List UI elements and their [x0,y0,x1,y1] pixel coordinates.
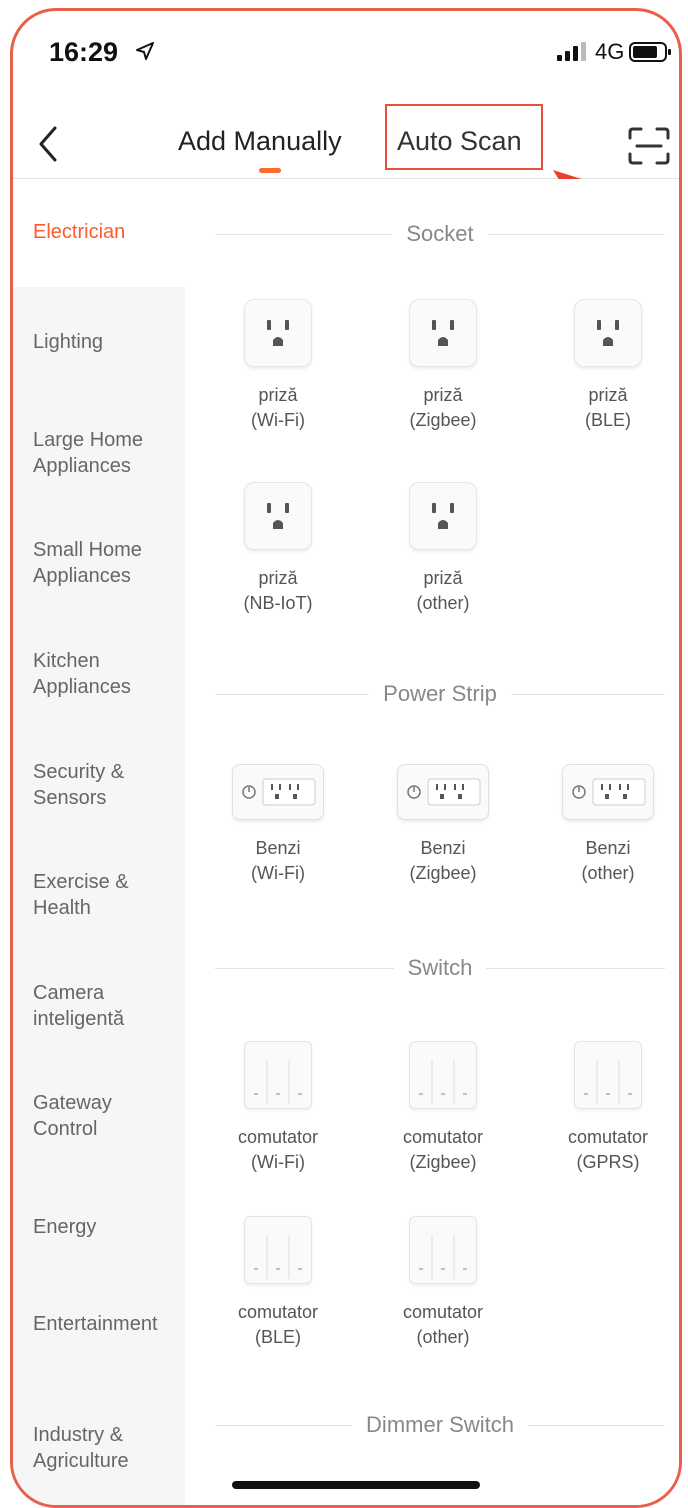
power-strip-icon [232,764,324,820]
status-time: 16:29 [49,37,119,67]
sidebar-item-large-home-appliances[interactable]: Large Home Appliances [33,427,163,479]
scan-icon[interactable] [627,126,671,166]
device-switch-ble[interactable]: comutator (BLE) [203,1216,353,1350]
section-title-dimmer-switch: Dimmer Switch [215,1410,665,1440]
power-strip-icon [562,764,654,820]
device-strip-wifi[interactable]: Benzi (Wi-Fi) [203,764,353,886]
switch-icon [244,1216,312,1284]
device-list: Socket priză (Wi-Fi) priză (Zigbee) priză(… [185,179,679,1505]
switch-icon [574,1041,642,1109]
home-indicator[interactable] [232,1481,480,1489]
switch-icon [409,1041,477,1109]
battery-icon [629,42,671,62]
sidebar-item-security-sensors[interactable]: Security & Sensors [33,759,145,811]
switch-icon [409,1216,477,1284]
device-strip-zigbee[interactable]: Benzi (Zigbee) [368,764,518,886]
socket-icon [574,299,642,367]
sidebar-item-kitchen-appliances[interactable]: Kitchen Appliances [33,648,153,700]
power-strip-icon [397,764,489,820]
switch-icon [244,1041,312,1109]
device-socket-nbiot[interactable]: priză (NB-IoT) [203,482,353,616]
sidebar-item-electrician[interactable]: Electrician [33,219,181,245]
socket-icon [409,482,477,550]
back-chevron-icon[interactable] [33,124,63,164]
tab-add-manually[interactable]: Add Manually [178,126,342,157]
device-switch-gprs[interactable]: comutator (GPRS) [533,1041,679,1175]
section-title-socket: Socket [215,219,666,249]
category-sidebar: Electrician Lighting Large Home Applianc… [13,179,185,1505]
device-socket-zigbee[interactable]: priză (Zigbee) [368,299,518,433]
device-socket-other[interactable]: priză (other) [368,482,518,616]
location-arrow-icon [136,42,154,60]
device-socket-wifi[interactable]: priză (Wi-Fi) [203,299,353,433]
sidebar-item-camera[interactable]: Camera inteligentă [33,980,151,1032]
socket-icon [244,299,312,367]
sidebar-item-gateway-control[interactable]: Gateway Control [33,1090,137,1142]
cellular-signal-icon [557,42,586,61]
sidebar-item-exercise-health[interactable]: Exercise & Health [33,869,137,921]
device-strip-other[interactable]: Benzi (other) [533,764,679,886]
device-switch-other[interactable]: comutator (other) [368,1216,518,1350]
sidebar-item-lighting[interactable]: Lighting [33,329,181,355]
network-type: 4G [595,39,625,64]
active-tab-indicator [259,168,281,173]
section-title-switch: Switch [215,953,666,983]
device-switch-wifi[interactable]: comutator (Wi-Fi) [203,1041,353,1175]
socket-icon [409,299,477,367]
device-socket-ble[interactable]: priză (BLE) [533,299,679,433]
tab-auto-scan[interactable]: Auto Scan [397,126,522,157]
device-switch-zigbee[interactable]: comutator (Zigbee) [368,1041,518,1175]
sidebar-item-energy[interactable]: Energy [33,1214,181,1240]
socket-icon [244,482,312,550]
sidebar-item-industry-agriculture[interactable]: Industry & Agriculture [33,1422,157,1474]
sidebar-item-small-home-appliances[interactable]: Small Home Appliances [33,537,163,589]
section-title-power-strip: Power Strip [215,679,665,709]
phone-frame: 16:29 4G Add Manually Auto Scan Electric… [10,8,682,1508]
status-bar: 16:29 4G [13,11,679,101]
sidebar-item-entertainment[interactable]: Entertainment [33,1311,161,1337]
